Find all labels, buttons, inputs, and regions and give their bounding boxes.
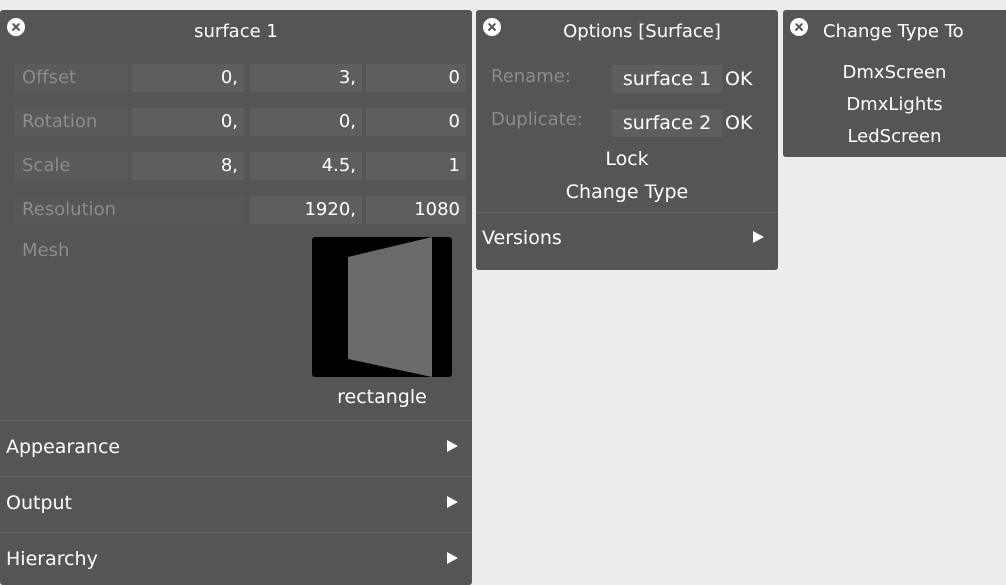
surface-panel: surface 1 Offset 0, 3, 0 Rotation 0, 0, … [0, 10, 472, 585]
duplicate-field[interactable]: surface 2 [612, 109, 722, 137]
scale-x-field[interactable]: 8, [132, 152, 244, 180]
section-hierarchy-label: Hierarchy [6, 548, 98, 570]
rotation-x-field[interactable]: 0, [132, 108, 244, 136]
mesh-name: rectangle [337, 386, 427, 408]
offset-y-field[interactable]: 3, [250, 64, 362, 92]
rotation-label: Rotation [14, 108, 128, 136]
close-icon[interactable] [483, 18, 501, 36]
versions-label: Versions [482, 227, 562, 249]
section-output[interactable]: Output [0, 476, 472, 528]
offset-label: Offset [14, 64, 128, 92]
rename-ok-button[interactable]: OK [725, 65, 752, 93]
arrow-right-icon [447, 440, 458, 452]
type-option-dmxscreen[interactable]: DmxScreen [783, 62, 1006, 83]
type-option-ledscreen[interactable]: LedScreen [783, 126, 1006, 147]
lock-button[interactable]: Lock [476, 148, 778, 170]
rotation-z-field[interactable]: 0 [366, 108, 466, 136]
close-icon[interactable] [790, 18, 808, 36]
offset-x-field[interactable]: 0, [132, 64, 244, 92]
rotation-y-field[interactable]: 0, [250, 108, 362, 136]
arrow-right-icon [447, 552, 458, 564]
duplicate-label: Duplicate: [491, 109, 583, 130]
change-type-title: Change Type To [823, 21, 964, 42]
options-panel: Options [Surface] Rename: surface 1 OK D… [476, 10, 778, 270]
offset-z-field[interactable]: 0 [366, 64, 466, 92]
section-appearance[interactable]: Appearance [0, 420, 472, 472]
options-title: Options [Surface] [563, 21, 721, 42]
section-hierarchy[interactable]: Hierarchy [0, 532, 472, 584]
scale-label: Scale [14, 152, 128, 180]
resolution-width-field[interactable]: 1920, [250, 196, 362, 224]
change-type-panel: Change Type To DmxScreen DmxLights LedSc… [783, 10, 1006, 157]
arrow-right-icon [753, 231, 764, 243]
type-option-dmxlights[interactable]: DmxLights [783, 94, 1006, 115]
panel-title: surface 1 [194, 21, 278, 42]
resolution-label: Resolution [14, 196, 244, 224]
mesh-shape [348, 237, 432, 377]
rename-label: Rename: [491, 66, 571, 87]
resolution-height-field[interactable]: 1080 [366, 196, 466, 224]
versions-menu[interactable]: Versions [476, 212, 778, 264]
section-appearance-label: Appearance [6, 436, 121, 458]
change-type-button[interactable]: Change Type [476, 181, 778, 203]
mesh-thumbnail[interactable] [312, 237, 452, 377]
scale-z-field[interactable]: 1 [366, 152, 466, 180]
duplicate-ok-button[interactable]: OK [725, 109, 752, 137]
arrow-right-icon [447, 496, 458, 508]
scale-y-field[interactable]: 4.5, [250, 152, 362, 180]
rename-field[interactable]: surface 1 [612, 65, 722, 93]
mesh-label: Mesh [22, 240, 70, 261]
section-output-label: Output [6, 492, 72, 514]
